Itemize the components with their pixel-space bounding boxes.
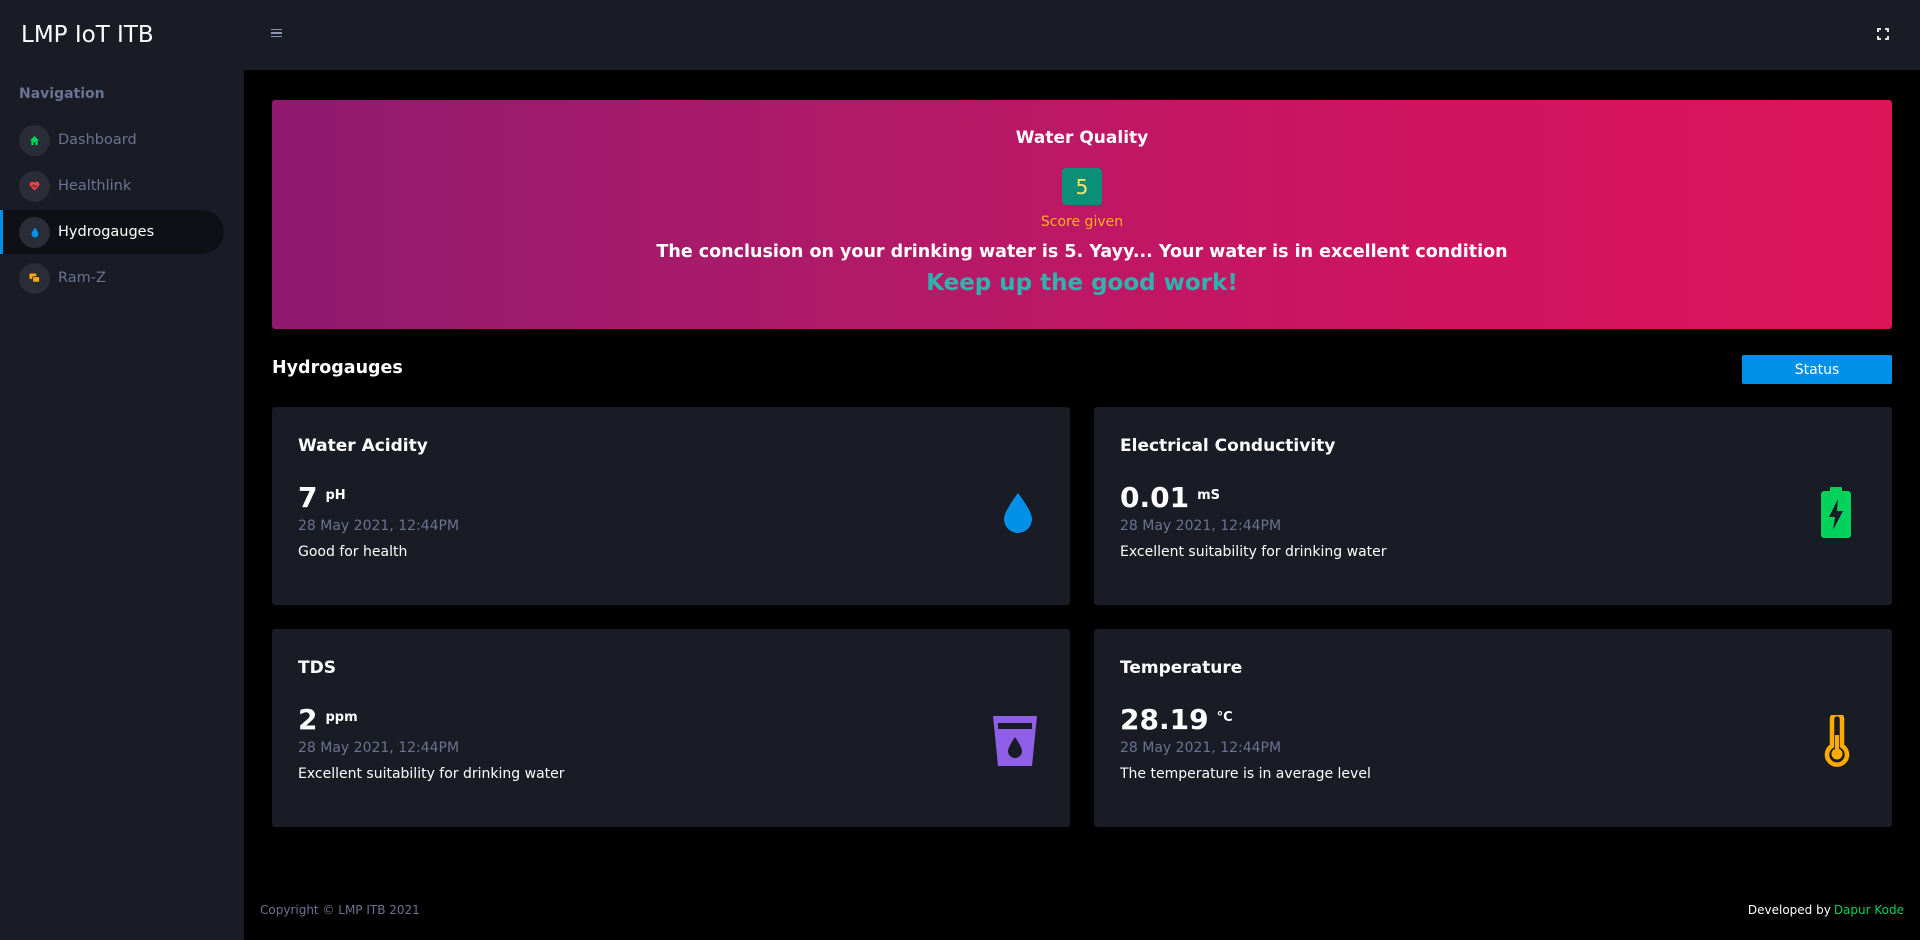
card-value: 28.19	[1120, 703, 1209, 736]
conclusion-text: The conclusion on your drinking water is…	[656, 242, 1508, 262]
card-value: 2	[298, 703, 318, 736]
water-quality-banner: Water Quality 5 Score given The conclusi…	[272, 100, 1892, 329]
sidebar-item-label: Healthlink	[58, 178, 132, 194]
card-value-row: 0.01 mS	[1120, 481, 1220, 514]
banner-title: Water Quality	[1015, 128, 1149, 148]
card-unit: ppm	[325, 710, 358, 725]
nav-list: Dashboard Healthlink Hydrogauges Ram-Z	[0, 118, 244, 300]
heart-icon	[19, 170, 50, 202]
topbar	[244, 0, 1920, 70]
battery-charging-icon	[1820, 487, 1852, 543]
fullscreen-icon[interactable]	[1876, 26, 1890, 40]
card-description: Excellent suitability for drinking water	[298, 766, 565, 782]
app-root: LMP IoT ITB Navigation Dashboard Healthl…	[0, 0, 1920, 940]
card-value-row: 2 ppm	[298, 703, 358, 736]
card-title: TDS	[298, 658, 336, 678]
chat-icon	[19, 262, 50, 294]
cheer-text: Keep up the good work!	[926, 270, 1238, 296]
brand-logo[interactable]: LMP IoT ITB	[0, 0, 244, 70]
score-label: Score given	[1040, 214, 1124, 230]
sidebar-item-hydrogauges[interactable]: Hydrogauges	[0, 210, 224, 254]
developer-link[interactable]: Dapur Kode	[1834, 903, 1904, 917]
card-value: 0.01	[1120, 481, 1190, 514]
sidebar-item-label: Hydrogauges	[58, 224, 155, 240]
sidebar-item-healthlink[interactable]: Healthlink	[0, 164, 224, 208]
card-unit: pH	[325, 488, 346, 503]
card-description: The temperature is in average level	[1120, 766, 1371, 782]
sidebar: LMP IoT ITB Navigation Dashboard Healthl…	[0, 0, 244, 940]
water-drop-icon	[19, 216, 50, 248]
card-value: 7	[298, 481, 318, 514]
card-date: 28 May 2021, 12:44PM	[298, 518, 460, 534]
sidebar-item-label: Ram-Z	[58, 270, 106, 286]
home-icon	[19, 124, 50, 156]
score-badge: 5	[1062, 168, 1102, 205]
card-temperature: Temperature 28.19 °C 28 May 2021, 12:44P…	[1094, 629, 1892, 827]
card-value-row: 7 pH	[298, 481, 346, 514]
card-title: Water Acidity	[298, 436, 428, 456]
sidebar-item-dashboard[interactable]: Dashboard	[0, 118, 224, 162]
card-title: Electrical Conductivity	[1120, 436, 1336, 456]
thermometer-icon	[1824, 711, 1850, 771]
card-date: 28 May 2021, 12:44PM	[298, 740, 460, 756]
footer-developed-by: Developed by Dapur Kode	[1748, 903, 1904, 917]
card-unit: mS	[1197, 488, 1221, 503]
card-date: 28 May 2021, 12:44PM	[1120, 518, 1282, 534]
card-title: Temperature	[1120, 658, 1243, 678]
footer-developed-label: Developed by	[1747, 903, 1831, 917]
footer-copyright: Copyright © LMP ITB 2021	[260, 903, 420, 917]
menu-toggle-icon[interactable]	[271, 26, 285, 40]
card-date: 28 May 2021, 12:44PM	[1120, 740, 1282, 756]
cup-water-icon	[992, 715, 1038, 771]
sidebar-item-label: Dashboard	[58, 132, 137, 148]
card-electrical-conductivity: Electrical Conductivity 0.01 mS 28 May 2…	[1094, 407, 1892, 605]
nav-heading: Navigation	[19, 86, 105, 102]
water-drop-icon	[1002, 491, 1034, 539]
card-tds: TDS 2 ppm 28 May 2021, 12:44PM Excellent…	[272, 629, 1070, 827]
sidebar-item-ram-z[interactable]: Ram-Z	[0, 256, 224, 300]
status-button[interactable]: Status	[1742, 355, 1892, 384]
main-content: Water Quality 5 Score given The conclusi…	[244, 70, 1920, 940]
card-value-row: 28.19 °C	[1120, 703, 1233, 736]
section-title: Hydrogauges	[272, 358, 403, 378]
card-description: Excellent suitability for drinking water	[1120, 544, 1387, 560]
card-description: Good for health	[298, 544, 408, 560]
card-unit: °C	[1216, 710, 1233, 725]
card-water-acidity: Water Acidity 7 pH 28 May 2021, 12:44PM …	[272, 407, 1070, 605]
